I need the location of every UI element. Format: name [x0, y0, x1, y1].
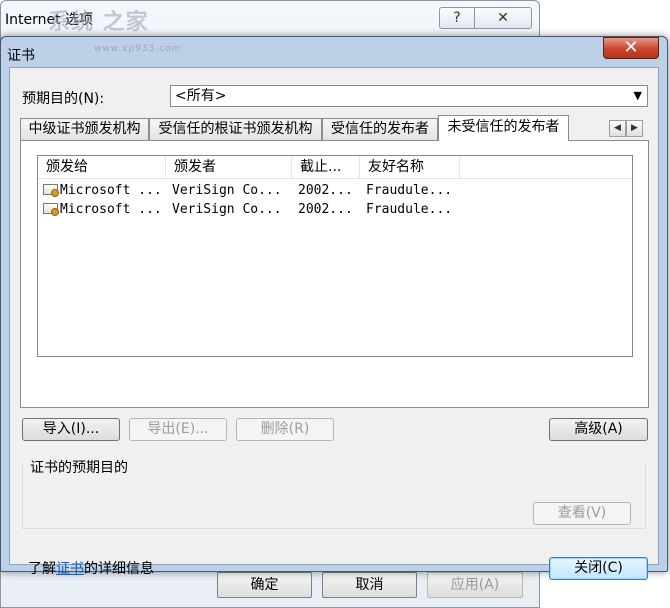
export-button: 导出(E)... — [129, 418, 227, 441]
help-button[interactable]: ? — [439, 7, 475, 29]
watermark-url: www.xp933.com — [94, 44, 182, 54]
column-header-issued-to[interactable]: 颁发给 — [38, 156, 166, 178]
tab-panel: 颁发给 颁发者 截止... 友好名称 Microsoft ... VeriSig… — [20, 140, 649, 408]
certificate-list[interactable]: 颁发给 颁发者 截止... 友好名称 Microsoft ... VeriSig… — [37, 155, 633, 357]
purposes-label: 证书的预期目的 — [30, 460, 128, 476]
cell-friendly-name: Fraudule... — [366, 183, 453, 198]
tab-scroll-right-icon[interactable]: ▶ — [626, 120, 643, 137]
cell-friendly-name: Fraudule... — [366, 202, 453, 217]
apply-button: 应用(A) — [427, 572, 523, 598]
import-button[interactable]: 导入(I)... — [22, 418, 120, 441]
column-header-expiration[interactable]: 截止... — [292, 156, 360, 178]
cell-expiration: 2002... — [298, 202, 353, 217]
certificate-icon — [43, 184, 59, 197]
chevron-down-icon: ▼ — [633, 89, 642, 102]
advanced-button[interactable]: 高级(A) — [549, 418, 648, 441]
cell-issued-by: VeriSign Co... — [172, 202, 282, 217]
tab-trusted-publishers[interactable]: 受信任的发布者 — [322, 118, 438, 140]
view-button: 查看(V) — [533, 502, 631, 525]
ok-button[interactable]: 确定 — [217, 572, 312, 598]
delete-button: 删除(R) — [236, 418, 334, 441]
dialog-title: 证书 — [7, 48, 35, 64]
close-button[interactable]: 关闭(C) — [549, 557, 648, 580]
table-row[interactable]: Microsoft ... VeriSign Co... 2002... Fra… — [38, 181, 632, 200]
tab-untrusted-publishers[interactable]: 未受信任的发布者 — [438, 115, 569, 141]
column-header-friendly-name[interactable]: 友好名称 — [360, 156, 460, 178]
cancel-button[interactable]: 取消 — [322, 572, 417, 598]
dialog-close-icon[interactable]: ✕ — [603, 37, 659, 59]
learn-more-text: 了解证书的详细信息 — [28, 558, 154, 578]
learn-more-prefix: 了解 — [28, 561, 56, 577]
certificates-dialog: 证书 ✕ 预期目的(N): <所有> ▼ 中级证书颁发机构 受信任的根证书颁发机… — [0, 36, 668, 580]
certificate-icon — [43, 203, 59, 216]
learn-more-suffix: 的详细信息 — [84, 561, 154, 577]
cell-issued-to: Microsoft ... — [60, 183, 162, 198]
tab-scroll-left-icon[interactable]: ◀ — [609, 120, 626, 137]
table-row[interactable]: Microsoft ... VeriSign Co... 2002... Fra… — [38, 200, 632, 219]
list-header: 颁发给 颁发者 截止... 友好名称 — [38, 156, 632, 179]
dialog-client-area: 预期目的(N): <所有> ▼ 中级证书颁发机构 受信任的根证书颁发机构 受信任… — [9, 67, 659, 580]
purpose-label: 预期目的(N): — [22, 91, 105, 107]
cell-issued-to: Microsoft ... — [60, 202, 162, 217]
column-header-issued-by[interactable]: 颁发者 — [166, 156, 292, 178]
watermark-logo: 系统 之家 — [48, 9, 149, 35]
cell-issued-by: VeriSign Co... — [172, 183, 282, 198]
certificates-link[interactable]: 证书 — [56, 561, 84, 577]
tab-trusted-root-ca[interactable]: 受信任的根证书颁发机构 — [149, 118, 322, 140]
purpose-dropdown[interactable]: <所有> ▼ — [170, 85, 648, 107]
purpose-value: <所有> — [175, 88, 227, 104]
cell-expiration: 2002... — [298, 183, 353, 198]
tab-intermediate-ca[interactable]: 中级证书颁发机构 — [20, 118, 149, 140]
internet-options-close-button[interactable]: ✕ — [474, 7, 532, 29]
